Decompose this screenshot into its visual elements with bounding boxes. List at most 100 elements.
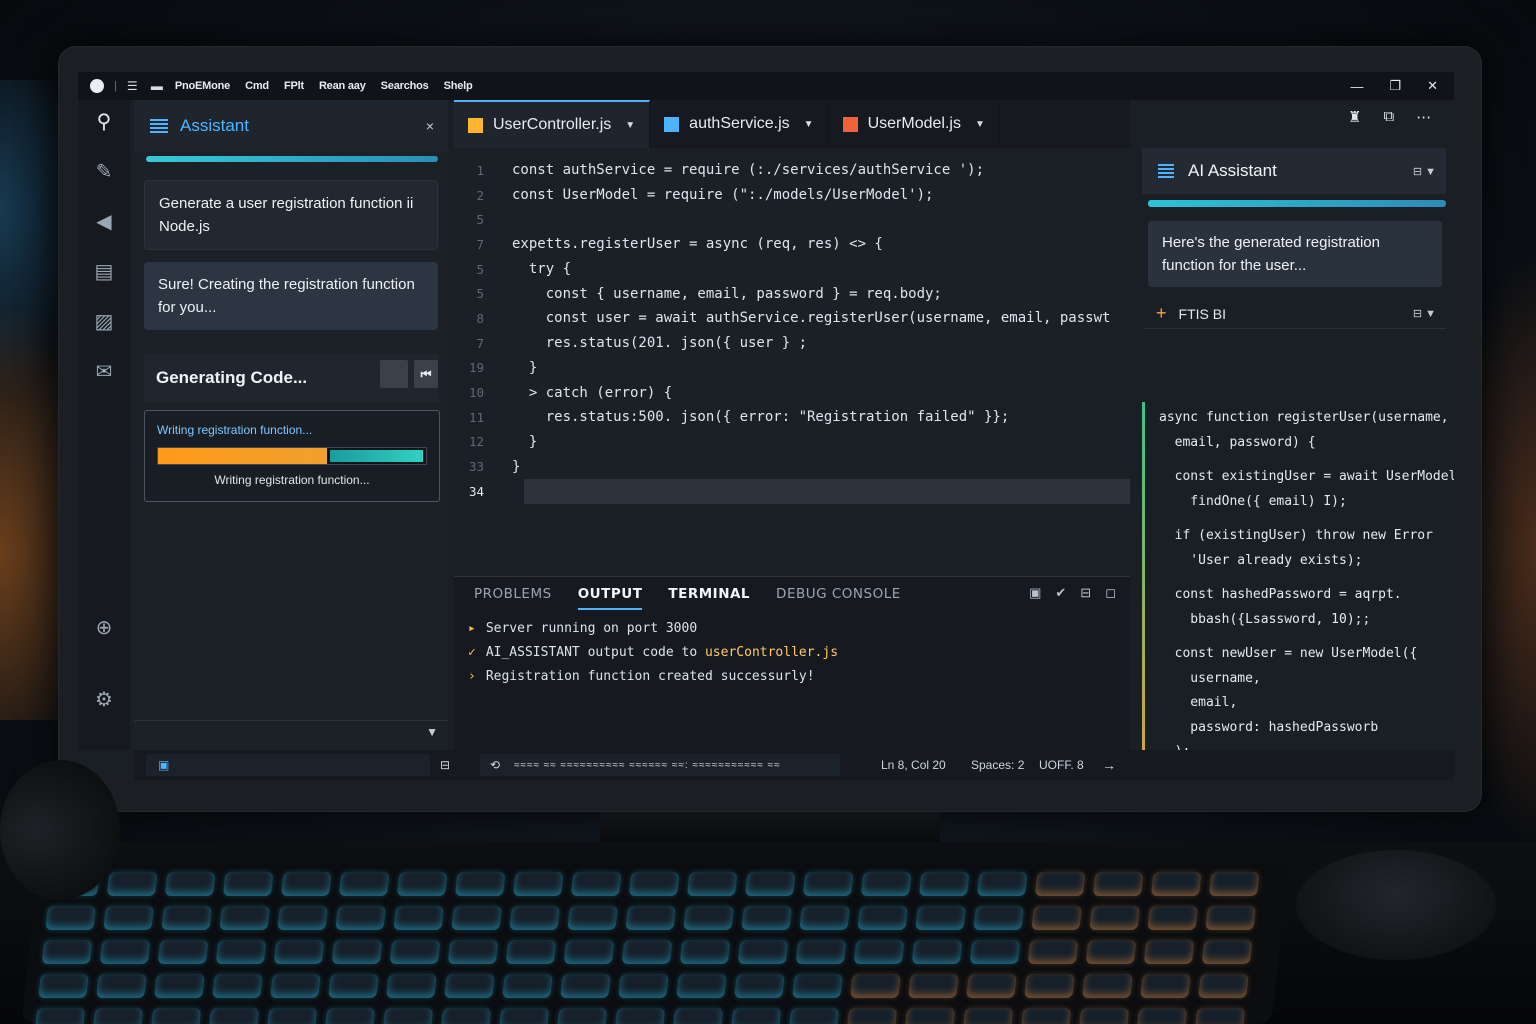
encoding[interactable]: UOFF. 8	[1039, 754, 1084, 776]
file-icon[interactable]: ▣	[1029, 585, 1041, 601]
tab-output[interactable]: OUTPUT	[577, 586, 643, 610]
tab-usercontroller[interactable]: UserController.js ▼	[454, 100, 651, 148]
pin-icon[interactable]: ✎	[92, 160, 116, 184]
add-icon[interactable]: ⊕	[92, 616, 116, 640]
key	[1085, 940, 1137, 964]
key	[973, 906, 1024, 930]
editor-tabs: UserController.js ▼ authService.js ▼ Use…	[454, 100, 1130, 148]
remote-icon[interactable]: ▣	[158, 758, 169, 772]
edit-icon[interactable]: ▨	[92, 310, 116, 334]
key	[154, 974, 205, 998]
menu-item-1[interactable]: PnoEMone	[175, 80, 230, 92]
key	[730, 1008, 782, 1024]
line-number: 33	[468, 459, 484, 475]
code-line[interactable]: 11 res.status:500. json({ error: "Regist…	[454, 405, 1130, 430]
key	[976, 872, 1028, 896]
code-line[interactable]: 34	[469, 478, 1130, 504]
tab-problems[interactable]: PROBLEMS	[474, 586, 552, 602]
code-line[interactable]: 10 > catch (error) {	[454, 380, 1130, 405]
key	[1082, 974, 1133, 998]
collapse-icon[interactable]: ⊟ ▼	[1413, 307, 1436, 320]
chevron-down-icon[interactable]: ▼	[804, 119, 814, 130]
menu-item-6[interactable]: Shelp	[444, 80, 473, 92]
panel-toggle-icon[interactable]: ⊟	[440, 758, 450, 772]
ai-code-line: bbash({Lsassword, 10);;	[1159, 611, 1371, 627]
collapse-icon[interactable]: ⊟ ▼	[1413, 165, 1436, 178]
key	[266, 1008, 318, 1024]
code-line[interactable]: 33}	[454, 454, 1130, 479]
mail-icon[interactable]: ✉	[92, 360, 116, 384]
code-line[interactable]: 2 const UserModel = require (":./models/U…	[454, 183, 1130, 208]
code-line[interactable]: 8 const user = await authService.registe…	[454, 306, 1130, 331]
menu-item-5[interactable]: Searchos	[381, 80, 429, 92]
list-icon[interactable]: ▤	[92, 260, 116, 284]
ai-code-line: async function registerUser(username,	[1159, 410, 1449, 425]
key	[683, 906, 734, 930]
code-line[interactable]: 7 expetts.registerUser = async (req, res)…	[454, 232, 1130, 257]
code-line[interactable]: 5	[454, 207, 1130, 232]
line-number: 8	[476, 310, 484, 326]
ai-assistant-title: AI Assistant	[1188, 161, 1277, 180]
close-icon[interactable]: ×	[426, 118, 434, 134]
megaphone-icon[interactable]: ◀	[92, 210, 116, 234]
key	[498, 1008, 550, 1024]
code-line[interactable]: 19 }	[454, 356, 1130, 381]
sync-icon[interactable]: ⟲	[490, 758, 500, 772]
line-number: 2	[476, 187, 484, 203]
indent-setting[interactable]: Spaces: 2	[971, 754, 1024, 776]
menu-item-2[interactable]: Cmd	[245, 80, 269, 92]
key	[788, 1008, 840, 1024]
minimize-icon[interactable]: —	[1350, 79, 1363, 94]
code-line[interactable]: 7 res.status(201. json({ user } ;	[454, 331, 1130, 356]
menu-item-3[interactable]: FPlt	[284, 80, 304, 92]
panel-close-icon[interactable]: ◻	[1105, 585, 1116, 601]
maximize-icon[interactable]: ⊟	[1080, 585, 1091, 601]
close-window-icon[interactable]: ✕	[1427, 78, 1438, 94]
code-line[interactable]: 12 }	[454, 430, 1130, 455]
restore-icon[interactable]: ❐	[1389, 78, 1401, 94]
tab-debug-console[interactable]: DEBUG CONSOLE	[776, 586, 901, 602]
tab-usermodel[interactable]: UserModel.js ▼	[829, 100, 1000, 148]
stop-button[interactable]: ⏮	[414, 360, 438, 388]
bot-icon[interactable]: ♜	[1348, 108, 1361, 126]
arrow-right-icon[interactable]: →	[1102, 754, 1116, 776]
user-message: Generate a user registration function ii…	[144, 180, 438, 250]
copy-icon[interactable]: ⧉	[1383, 108, 1394, 126]
tab-label: UserController.js	[493, 116, 612, 133]
chevron-down-icon[interactable]: ▼	[426, 725, 438, 739]
chevron-down-icon[interactable]: ▼	[975, 119, 985, 130]
plus-icon[interactable]: +	[1156, 303, 1167, 324]
key	[1031, 906, 1082, 930]
search-icon[interactable]: ⚲	[92, 110, 116, 134]
pin-icon[interactable]: ✔	[1055, 585, 1066, 601]
output-filename[interactable]: userController.js	[705, 645, 838, 660]
code-area[interactable]: 1 const authService = require (:./service…	[454, 158, 1130, 504]
key	[215, 940, 267, 964]
hamburger-menu-icon[interactable]: ☰	[127, 79, 141, 93]
code-line[interactable]: 5 try {	[454, 257, 1130, 282]
key	[92, 1008, 144, 1024]
key	[1034, 872, 1086, 896]
code-line[interactable]: 5 const { username, email, password } = …	[454, 281, 1130, 306]
pause-button[interactable]	[380, 360, 408, 388]
progress-caption: Writing registration function...	[157, 423, 313, 437]
tab-authservice[interactable]: authService.js ▼	[650, 100, 829, 148]
ai-code-line: const existingUser = await UserModel.	[1159, 469, 1454, 484]
key	[560, 974, 611, 998]
tab-terminal[interactable]: TERMINAL	[668, 586, 750, 602]
code-line[interactable]: 1 const authService = require (:./service…	[454, 158, 1130, 183]
assistant-message: Sure! Creating the registration function…	[144, 262, 438, 330]
code-text: const { username, email, password } = re…	[512, 285, 942, 302]
key	[672, 1008, 724, 1024]
layout-icon[interactable]: ▬	[151, 79, 165, 93]
key	[1198, 974, 1249, 998]
ai-generated-code[interactable]: async function registerUser(username, em…	[1142, 402, 1454, 780]
settings-icon[interactable]: ⚙	[92, 688, 116, 712]
status-sync: ⟲ ≈≈≈≈ ≈≈ ≈≈≈≈≈≈≈≈≈≈ ≈≈≈≈≈≈ ≈≈: ≈≈≈≈≈≈≈≈…	[480, 754, 840, 776]
more-icon[interactable]: ⋯	[1416, 108, 1431, 126]
js-file-icon	[842, 116, 858, 132]
chevron-down-icon[interactable]: ▼	[625, 120, 635, 131]
menu-item-4[interactable]: Rean aay	[319, 80, 366, 92]
line-number: 7	[476, 236, 484, 252]
cursor-position[interactable]: Ln 8, Col 20	[881, 754, 946, 776]
